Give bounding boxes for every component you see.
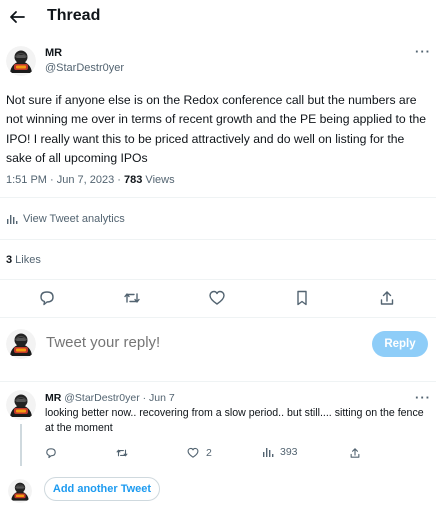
- author-handle[interactable]: @StarDestr0yer: [45, 62, 124, 74]
- retweet-action[interactable]: [122, 288, 142, 308]
- views-label: Views: [142, 174, 175, 186]
- heart-icon: [209, 290, 225, 305]
- bookmark-action[interactable]: [292, 288, 312, 308]
- share-icon: [350, 448, 360, 458]
- retweet-icon: [124, 293, 140, 303]
- analytics-label: View Tweet analytics: [23, 213, 125, 225]
- divider: [0, 239, 436, 240]
- more-dots-icon[interactable]: ···: [415, 44, 431, 59]
- bar-chart-icon: [7, 215, 18, 224]
- share-action[interactable]: [377, 288, 397, 308]
- divider: [0, 381, 436, 382]
- reply-action[interactable]: [37, 288, 57, 308]
- avatar[interactable]: [6, 329, 36, 359]
- tweet-text: Not sure if anyone else is on the Redox …: [6, 93, 427, 166]
- arrow-left-icon: [10, 11, 25, 23]
- avatar[interactable]: [6, 390, 36, 420]
- reply-author-handle[interactable]: @StarDestr0yer · Jun 7: [64, 392, 174, 404]
- view-analytics-link[interactable]: View Tweet analytics: [6, 213, 125, 225]
- reply-text: looking better now.. recovering from a s…: [45, 407, 424, 434]
- reply-input[interactable]: [46, 334, 346, 351]
- reply-likes-count: 2: [206, 447, 212, 459]
- heart-icon: [187, 447, 199, 458]
- reply-author-name[interactable]: MR: [45, 392, 61, 404]
- bookmark-icon: [297, 290, 307, 306]
- thread-line: [20, 424, 22, 466]
- divider: [0, 279, 436, 280]
- avatar[interactable]: [8, 479, 32, 503]
- reply-button[interactable]: Reply: [372, 331, 428, 357]
- comment-icon: [46, 448, 56, 459]
- reply-header: MR @StarDestr0yer · Jun 7: [45, 392, 175, 404]
- author-name[interactable]: MR: [45, 47, 62, 59]
- share-icon: [380, 291, 394, 305]
- reply-like-action[interactable]: 2: [186, 446, 212, 460]
- tweet-meta: 1:51 PM · Jun 7, 2023 · 783 Views: [6, 174, 175, 186]
- tweet-time[interactable]: 1:51 PM · Jun 7, 2023 ·: [6, 174, 124, 186]
- bar-chart-icon: [263, 448, 274, 457]
- back-button[interactable]: [4, 4, 30, 30]
- avatar[interactable]: [6, 46, 36, 76]
- more-dots-icon[interactable]: ···: [415, 390, 431, 405]
- views-count: 783: [124, 174, 143, 186]
- comment-icon: [40, 291, 54, 306]
- divider: [0, 317, 436, 318]
- reply-views-count: 393: [280, 446, 298, 458]
- reply-views-action[interactable]: 393: [262, 446, 298, 458]
- top-bar: Thread: [0, 0, 436, 34]
- reply-retweet-action[interactable]: [115, 446, 129, 460]
- divider: [0, 197, 436, 198]
- retweet-icon: [116, 449, 128, 457]
- reply-share-action[interactable]: [348, 446, 362, 460]
- page-title: Thread: [47, 7, 101, 24]
- like-action[interactable]: [207, 288, 227, 308]
- reply-comment-action[interactable]: [44, 446, 58, 460]
- likes-summary[interactable]: 3 Likes: [6, 254, 41, 266]
- likes-label: Likes: [12, 254, 41, 266]
- add-another-tweet-button[interactable]: Add another Tweet: [44, 477, 160, 501]
